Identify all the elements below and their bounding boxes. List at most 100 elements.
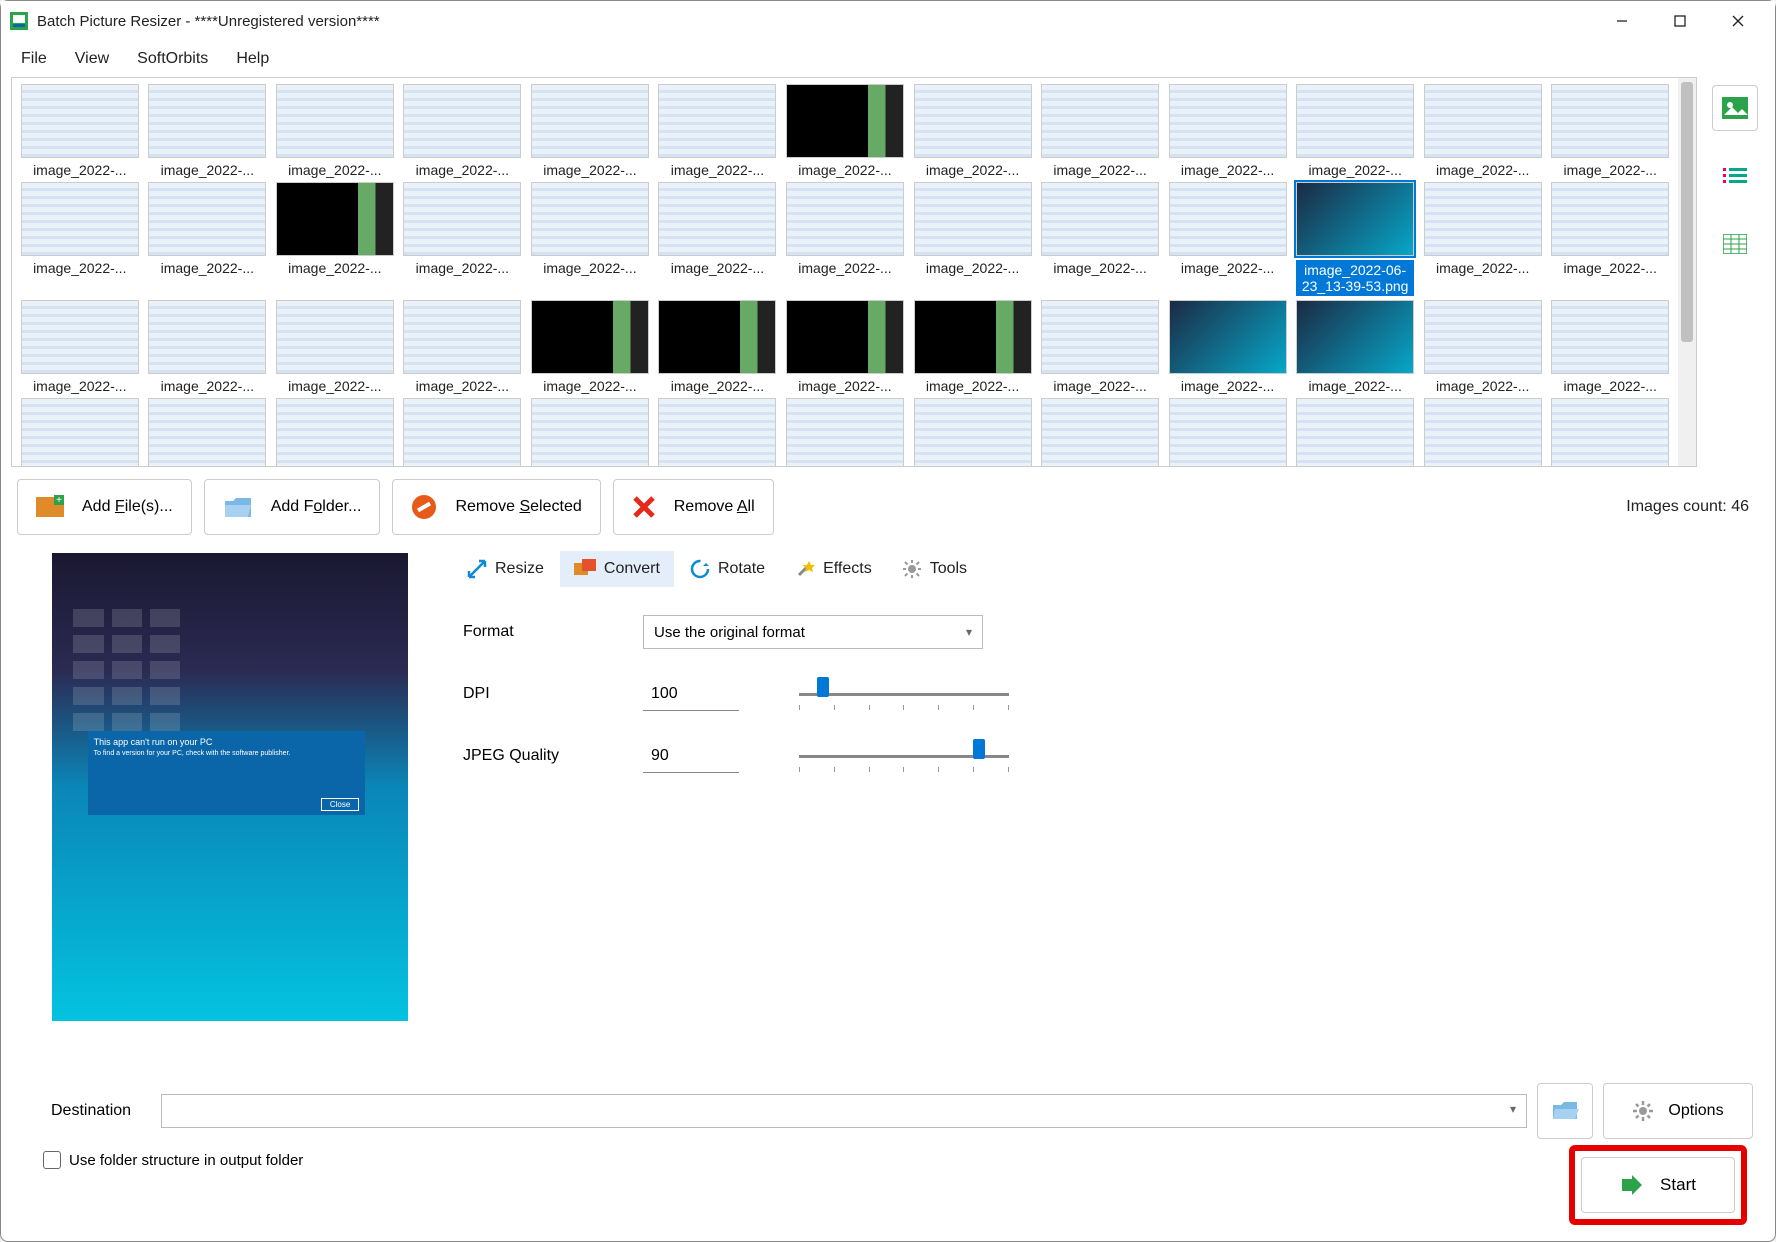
thumbnail-item[interactable] xyxy=(146,398,270,466)
thumbnail-item[interactable]: image_2022-... xyxy=(1166,182,1290,296)
thumbnail-item[interactable]: image_2022-... xyxy=(146,182,270,296)
thumbnail-item[interactable]: image_2022-... xyxy=(1548,84,1672,178)
thumbnail-item[interactable]: image_2022-... xyxy=(1038,300,1162,394)
scrollbar-thumb[interactable] xyxy=(1681,82,1693,342)
start-button[interactable]: Start xyxy=(1581,1157,1735,1213)
thumbnail-item[interactable]: image_2022-... xyxy=(1038,182,1162,296)
browse-folder-button[interactable] xyxy=(1537,1083,1593,1139)
add-folder-button[interactable]: Add Folder... xyxy=(204,479,381,535)
thumbnail-item[interactable] xyxy=(656,398,780,466)
thumbnail-item[interactable]: image_2022-06-23_13-39-53.png xyxy=(1293,182,1417,296)
thumbnail-item[interactable]: image_2022-... xyxy=(528,84,652,178)
dpi-input[interactable] xyxy=(643,677,739,711)
thumbnail-item[interactable]: image_2022-... xyxy=(146,300,270,394)
thumbnail-item[interactable]: image_2022-... xyxy=(783,84,907,178)
thumbnail-grid[interactable]: image_2022-...image_2022-...image_2022-.… xyxy=(12,78,1678,466)
destination-combo[interactable]: ▾ xyxy=(161,1094,1527,1128)
dpi-slider[interactable] xyxy=(799,684,1009,704)
options-label: Options xyxy=(1668,1102,1723,1120)
thumbnail-item[interactable]: image_2022-... xyxy=(911,84,1035,178)
thumbnail-item[interactable]: image_2022-... xyxy=(783,182,907,296)
window-title: Batch Picture Resizer - ****Unregistered… xyxy=(37,13,1593,30)
thumbnail-item[interactable]: image_2022-... xyxy=(273,300,397,394)
add-files-button[interactable]: + Add File(s)... xyxy=(17,479,192,535)
close-button[interactable] xyxy=(1709,1,1767,41)
thumbnail-image xyxy=(786,300,904,374)
thumbnail-label: image_2022-... xyxy=(1424,260,1542,276)
thumbnail-item[interactable] xyxy=(1166,398,1290,466)
menu-help[interactable]: Help xyxy=(222,44,283,74)
thumbnail-image xyxy=(658,84,776,158)
thumbnail-image xyxy=(403,398,521,466)
app-window: Batch Picture Resizer - ****Unregistered… xyxy=(0,0,1776,1242)
thumbnail-image xyxy=(786,182,904,256)
tab-tools[interactable]: Tools xyxy=(888,551,981,587)
thumbnail-item[interactable]: image_2022-... xyxy=(911,182,1035,296)
thumbnail-scrollbar[interactable] xyxy=(1678,78,1696,466)
minimize-button[interactable] xyxy=(1593,1,1651,41)
tab-convert[interactable]: Convert xyxy=(560,551,674,587)
tab-resize[interactable]: Resize xyxy=(453,551,558,587)
jpeg-slider-thumb[interactable] xyxy=(973,739,985,759)
use-folder-structure-checkbox[interactable] xyxy=(43,1151,61,1169)
view-details-button[interactable] xyxy=(1712,221,1758,267)
thumbnail-item[interactable]: image_2022-... xyxy=(1421,300,1545,394)
thumbnail-item[interactable] xyxy=(528,398,652,466)
thumbnail-item[interactable]: image_2022-... xyxy=(1421,84,1545,178)
thumbnail-item[interactable]: image_2022-... xyxy=(401,300,525,394)
thumbnail-item[interactable]: image_2022-... xyxy=(1166,84,1290,178)
thumbnail-item[interactable] xyxy=(401,398,525,466)
remove-selected-button[interactable]: Remove Selected xyxy=(392,479,600,535)
remove-all-button[interactable]: Remove All xyxy=(613,479,774,535)
thumbnail-item[interactable]: image_2022-... xyxy=(401,84,525,178)
thumbnail-image xyxy=(148,84,266,158)
maximize-button[interactable] xyxy=(1651,1,1709,41)
thumbnail-item[interactable] xyxy=(1038,398,1162,466)
thumbnail-image xyxy=(276,182,394,256)
thumbnail-item[interactable]: image_2022-... xyxy=(1293,300,1417,394)
thumbnail-item[interactable]: image_2022-... xyxy=(401,182,525,296)
format-select[interactable]: Use the original format ▾ xyxy=(643,615,983,649)
use-folder-structure-label: Use folder structure in output folder xyxy=(69,1152,303,1169)
thumbnail-item[interactable]: image_2022-... xyxy=(18,300,142,394)
jpeg-slider[interactable] xyxy=(799,746,1009,766)
thumbnail-item[interactable] xyxy=(1293,398,1417,466)
dpi-slider-thumb[interactable] xyxy=(817,677,829,697)
tab-effects[interactable]: Effects xyxy=(781,551,886,587)
thumbnail-item[interactable] xyxy=(18,398,142,466)
thumbnail-item[interactable]: image_2022-... xyxy=(273,84,397,178)
tab-rotate[interactable]: Rotate xyxy=(676,551,779,587)
thumbnail-item[interactable]: image_2022-... xyxy=(911,300,1035,394)
menu-view[interactable]: View xyxy=(61,44,123,74)
thumbnail-item[interactable]: image_2022-... xyxy=(1293,84,1417,178)
thumbnail-item[interactable]: image_2022-... xyxy=(1548,300,1672,394)
thumbnail-item[interactable]: image_2022-... xyxy=(656,84,780,178)
thumbnail-item[interactable]: image_2022-... xyxy=(656,182,780,296)
thumbnail-item[interactable]: image_2022-... xyxy=(1166,300,1290,394)
thumbnail-item[interactable]: image_2022-... xyxy=(18,182,142,296)
thumbnail-item[interactable] xyxy=(1548,398,1672,466)
tab-rotate-label: Rotate xyxy=(718,560,765,578)
thumbnail-item[interactable]: image_2022-... xyxy=(1548,182,1672,296)
thumbnail-item[interactable] xyxy=(783,398,907,466)
thumbnail-image xyxy=(786,398,904,466)
thumbnail-item[interactable]: image_2022-... xyxy=(18,84,142,178)
menu-softorbits[interactable]: SoftOrbits xyxy=(123,44,222,74)
thumbnail-item[interactable] xyxy=(273,398,397,466)
menu-file[interactable]: File xyxy=(7,44,61,74)
thumbnail-item[interactable]: image_2022-... xyxy=(1038,84,1162,178)
jpeg-input[interactable] xyxy=(643,739,739,773)
thumbnail-item[interactable]: image_2022-... xyxy=(656,300,780,394)
thumbnail-item[interactable] xyxy=(1421,398,1545,466)
thumbnail-item[interactable]: image_2022-... xyxy=(528,300,652,394)
view-list-button[interactable] xyxy=(1712,153,1758,199)
thumbnail-item[interactable]: image_2022-... xyxy=(783,300,907,394)
thumbnail-item[interactable]: image_2022-... xyxy=(273,182,397,296)
thumbnail-item[interactable]: image_2022-... xyxy=(1421,182,1545,296)
options-button[interactable]: Options xyxy=(1603,1083,1753,1139)
thumbnail-item[interactable]: image_2022-... xyxy=(528,182,652,296)
thumbnail-item[interactable]: image_2022-... xyxy=(146,84,270,178)
thumbnail-image xyxy=(1551,182,1669,256)
view-thumbnails-button[interactable] xyxy=(1712,85,1758,131)
thumbnail-item[interactable] xyxy=(911,398,1035,466)
